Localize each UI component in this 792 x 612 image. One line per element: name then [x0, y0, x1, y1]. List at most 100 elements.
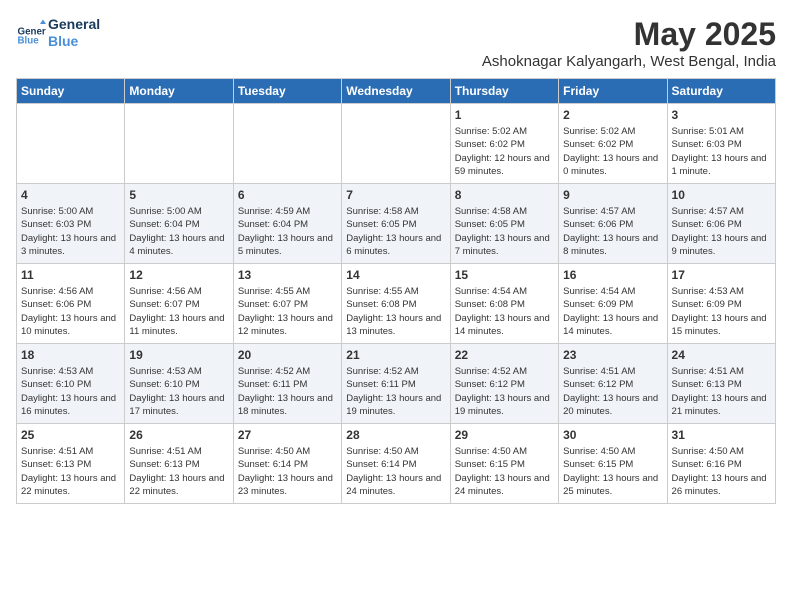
- day-info: Sunrise: 4:50 AM Sunset: 6:16 PM Dayligh…: [672, 445, 771, 498]
- day-number: 12: [129, 268, 228, 282]
- calendar-cell: 24Sunrise: 4:51 AM Sunset: 6:13 PM Dayli…: [667, 344, 775, 424]
- day-info: Sunrise: 4:50 AM Sunset: 6:14 PM Dayligh…: [346, 445, 445, 498]
- day-info: Sunrise: 4:51 AM Sunset: 6:13 PM Dayligh…: [129, 445, 228, 498]
- day-info: Sunrise: 4:50 AM Sunset: 6:15 PM Dayligh…: [563, 445, 662, 498]
- calendar-cell: 6 Sunrise: 4:59 AM Sunset: 6:04 PM Daylig…: [233, 184, 341, 264]
- day-number: 30: [563, 428, 662, 442]
- calendar-body: 1 Sunrise: 5:02 AM Sunset: 6:02 PM Daylig…: [17, 104, 776, 504]
- header-row: SundayMondayTuesdayWednesdayThursdayFrid…: [17, 79, 776, 104]
- calendar-cell: 15 Sunrise: 4:54 AM Sunset: 6:08 PM Dayli…: [450, 264, 558, 344]
- calendar-cell: 19 Sunrise: 4:53 AM Sunset: 6:10 PM Dayli…: [125, 344, 233, 424]
- header-day: Friday: [559, 79, 667, 104]
- day-number: 7: [346, 188, 445, 202]
- calendar-week-row: 25Sunrise: 4:51 AM Sunset: 6:13 PM Dayli…: [17, 424, 776, 504]
- day-number: 3: [672, 108, 771, 122]
- calendar-cell: 29 Sunrise: 4:50 AM Sunset: 6:15 PM Dayli…: [450, 424, 558, 504]
- calendar-cell: 18 Sunrise: 4:53 AM Sunset: 6:10 PM Dayli…: [17, 344, 125, 424]
- logo-line2: Blue: [48, 33, 100, 50]
- calendar-cell: 3 Sunrise: 5:01 AM Sunset: 6:03 PM Daylig…: [667, 104, 775, 184]
- calendar-cell: 10Sunrise: 4:57 AM Sunset: 6:06 PM Dayli…: [667, 184, 775, 264]
- day-number: 9: [563, 188, 662, 202]
- calendar-cell: 12 Sunrise: 4:56 AM Sunset: 6:07 PM Dayli…: [125, 264, 233, 344]
- day-info: Sunrise: 4:52 AM Sunset: 6:12 PM Dayligh…: [455, 365, 554, 418]
- calendar-cell: 21Sunrise: 4:52 AM Sunset: 6:11 PM Dayli…: [342, 344, 450, 424]
- day-number: 11: [21, 268, 120, 282]
- calendar-cell: 27 Sunrise: 4:50 AM Sunset: 6:14 PM Dayli…: [233, 424, 341, 504]
- day-number: 18: [21, 348, 120, 362]
- day-info: Sunrise: 4:55 AM Sunset: 6:07 PM Dayligh…: [238, 285, 337, 338]
- day-number: 10: [672, 188, 771, 202]
- day-info: Sunrise: 4:54 AM Sunset: 6:09 PM Dayligh…: [563, 285, 662, 338]
- day-number: 6: [238, 188, 337, 202]
- calendar-week-row: 4 Sunrise: 5:00 AM Sunset: 6:03 PM Daylig…: [17, 184, 776, 264]
- day-info: Sunrise: 4:52 AM Sunset: 6:11 PM Dayligh…: [238, 365, 337, 418]
- day-info: Sunrise: 4:51 AM Sunset: 6:12 PM Dayligh…: [563, 365, 662, 418]
- day-info: Sunrise: 4:58 AM Sunset: 6:05 PM Dayligh…: [455, 205, 554, 258]
- day-number: 13: [238, 268, 337, 282]
- day-info: Sunrise: 4:57 AM Sunset: 6:06 PM Dayligh…: [563, 205, 662, 258]
- page-header: General Blue General Blue May 2025 Ashok…: [16, 16, 776, 70]
- day-number: 20: [238, 348, 337, 362]
- day-info: Sunrise: 4:59 AM Sunset: 6:04 PM Dayligh…: [238, 205, 337, 258]
- day-number: 8: [455, 188, 554, 202]
- day-info: Sunrise: 5:01 AM Sunset: 6:03 PM Dayligh…: [672, 125, 771, 178]
- calendar-cell: 26Sunrise: 4:51 AM Sunset: 6:13 PM Dayli…: [125, 424, 233, 504]
- day-info: Sunrise: 4:56 AM Sunset: 6:07 PM Dayligh…: [129, 285, 228, 338]
- month-title: May 2025: [482, 16, 776, 53]
- day-number: 17: [672, 268, 771, 282]
- calendar-cell: 5Sunrise: 5:00 AM Sunset: 6:04 PM Daylig…: [125, 184, 233, 264]
- day-number: 4: [21, 188, 120, 202]
- day-info: Sunrise: 4:55 AM Sunset: 6:08 PM Dayligh…: [346, 285, 445, 338]
- calendar-header: SundayMondayTuesdayWednesdayThursdayFrid…: [17, 79, 776, 104]
- day-number: 19: [129, 348, 228, 362]
- day-info: Sunrise: 4:53 AM Sunset: 6:10 PM Dayligh…: [129, 365, 228, 418]
- day-number: 15: [455, 268, 554, 282]
- calendar-cell: 25Sunrise: 4:51 AM Sunset: 6:13 PM Dayli…: [17, 424, 125, 504]
- day-number: 22: [455, 348, 554, 362]
- calendar-cell: 11Sunrise: 4:56 AM Sunset: 6:06 PM Dayli…: [17, 264, 125, 344]
- title-block: May 2025 Ashoknagar Kalyangarh, West Ben…: [482, 16, 776, 70]
- day-info: Sunrise: 5:02 AM Sunset: 6:02 PM Dayligh…: [563, 125, 662, 178]
- day-info: Sunrise: 4:53 AM Sunset: 6:10 PM Dayligh…: [21, 365, 120, 418]
- logo-line1: General: [48, 16, 100, 33]
- day-info: Sunrise: 5:00 AM Sunset: 6:03 PM Dayligh…: [21, 205, 120, 258]
- header-day: Monday: [125, 79, 233, 104]
- day-info: Sunrise: 4:53 AM Sunset: 6:09 PM Dayligh…: [672, 285, 771, 338]
- day-number: 28: [346, 428, 445, 442]
- calendar-week-row: 18 Sunrise: 4:53 AM Sunset: 6:10 PM Dayli…: [17, 344, 776, 424]
- day-number: 2: [563, 108, 662, 122]
- day-info: Sunrise: 4:51 AM Sunset: 6:13 PM Dayligh…: [672, 365, 771, 418]
- day-info: Sunrise: 4:58 AM Sunset: 6:05 PM Dayligh…: [346, 205, 445, 258]
- day-number: 27: [238, 428, 337, 442]
- calendar-cell: 7 Sunrise: 4:58 AM Sunset: 6:05 PM Daylig…: [342, 184, 450, 264]
- day-info: Sunrise: 4:50 AM Sunset: 6:14 PM Dayligh…: [238, 445, 337, 498]
- location-title: Ashoknagar Kalyangarh, West Bengal, Indi…: [482, 53, 776, 70]
- calendar-table: SundayMondayTuesdayWednesdayThursdayFrid…: [16, 78, 776, 504]
- day-info: Sunrise: 4:51 AM Sunset: 6:13 PM Dayligh…: [21, 445, 120, 498]
- calendar-cell: 9 Sunrise: 4:57 AM Sunset: 6:06 PM Daylig…: [559, 184, 667, 264]
- header-day: Saturday: [667, 79, 775, 104]
- day-number: 1: [455, 108, 554, 122]
- calendar-cell: 16 Sunrise: 4:54 AM Sunset: 6:09 PM Dayli…: [559, 264, 667, 344]
- calendar-cell: 14 Sunrise: 4:55 AM Sunset: 6:08 PM Dayli…: [342, 264, 450, 344]
- calendar-cell: [17, 104, 125, 184]
- calendar-cell: 31Sunrise: 4:50 AM Sunset: 6:16 PM Dayli…: [667, 424, 775, 504]
- day-info: Sunrise: 4:52 AM Sunset: 6:11 PM Dayligh…: [346, 365, 445, 418]
- header-day: Tuesday: [233, 79, 341, 104]
- calendar-cell: 23 Sunrise: 4:51 AM Sunset: 6:12 PM Dayli…: [559, 344, 667, 424]
- day-info: Sunrise: 4:50 AM Sunset: 6:15 PM Dayligh…: [455, 445, 554, 498]
- header-day: Sunday: [17, 79, 125, 104]
- calendar-cell: 8 Sunrise: 4:58 AM Sunset: 6:05 PM Daylig…: [450, 184, 558, 264]
- day-info: Sunrise: 4:54 AM Sunset: 6:08 PM Dayligh…: [455, 285, 554, 338]
- calendar-cell: [233, 104, 341, 184]
- calendar-cell: 30 Sunrise: 4:50 AM Sunset: 6:15 PM Dayli…: [559, 424, 667, 504]
- header-day: Thursday: [450, 79, 558, 104]
- day-number: 16: [563, 268, 662, 282]
- day-number: 23: [563, 348, 662, 362]
- header-day: Wednesday: [342, 79, 450, 104]
- calendar-cell: 20 Sunrise: 4:52 AM Sunset: 6:11 PM Dayli…: [233, 344, 341, 424]
- day-number: 14: [346, 268, 445, 282]
- calendar-cell: [342, 104, 450, 184]
- day-number: 5: [129, 188, 228, 202]
- day-number: 29: [455, 428, 554, 442]
